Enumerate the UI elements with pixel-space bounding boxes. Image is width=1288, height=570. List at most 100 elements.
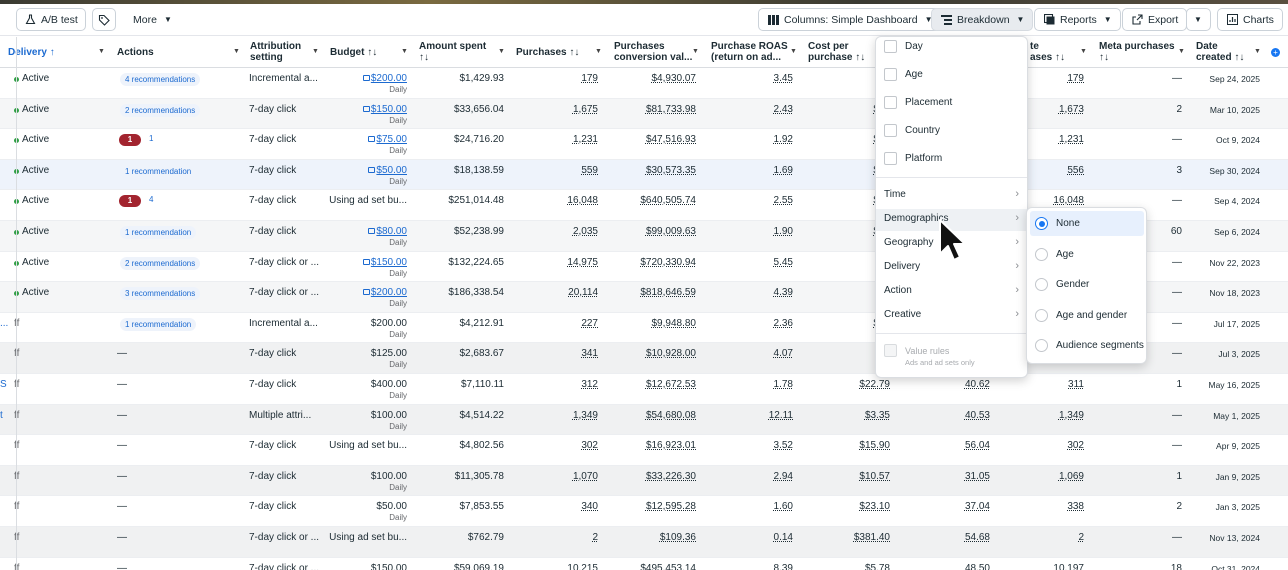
website-purchase-rate[interactable]: 40.62 bbox=[965, 379, 990, 390]
cost-per-purchase[interactable]: $22.79 bbox=[859, 379, 890, 390]
purchase-roas[interactable]: 4.07 bbox=[774, 348, 793, 359]
conversion-value[interactable]: $4,930.07 bbox=[652, 73, 697, 84]
budget-amount[interactable]: $150.00 bbox=[371, 257, 407, 268]
website-purchase-rate[interactable]: 31.05 bbox=[965, 471, 990, 482]
conversion-value[interactable]: $109.36 bbox=[660, 532, 696, 543]
budget-amount[interactable]: $75.00 bbox=[376, 134, 407, 145]
purchases-count[interactable]: 340 bbox=[581, 501, 598, 512]
recommendations-badge[interactable]: 1 recommendation bbox=[120, 164, 197, 178]
conversion-value[interactable]: $30,573.35 bbox=[646, 165, 696, 176]
purchase-roas[interactable]: 1.60 bbox=[774, 501, 793, 512]
budget-value[interactable]: $50.00 bbox=[368, 165, 407, 176]
cost-per-purchase[interactable]: $23.10 bbox=[859, 501, 890, 512]
demographics-option-none[interactable]: None bbox=[1035, 217, 1080, 230]
website-purchase-rate[interactable]: 56.04 bbox=[965, 440, 990, 451]
checkbox[interactable] bbox=[884, 96, 897, 109]
breakdown-option-placement[interactable]: Placement bbox=[884, 96, 952, 109]
demographics-option-gender[interactable]: Gender bbox=[1035, 278, 1089, 291]
website-purchases[interactable]: 1,069 bbox=[1059, 471, 1084, 482]
export-dropdown-button[interactable]: ▼ bbox=[1186, 8, 1211, 31]
breakdown-option-day[interactable]: Day bbox=[884, 40, 923, 53]
breakdown-submenu-time[interactable]: Time bbox=[884, 189, 906, 200]
budget-value[interactable]: $200.00 bbox=[362, 73, 407, 84]
website-purchases[interactable]: 179 bbox=[1067, 73, 1084, 84]
tag-button[interactable] bbox=[92, 8, 116, 31]
purchases-count[interactable]: 16,048 bbox=[567, 195, 598, 206]
export-button[interactable]: Export bbox=[1122, 8, 1188, 31]
reports-button[interactable]: Reports ▼ bbox=[1034, 8, 1121, 31]
conversion-value[interactable]: $9,948.80 bbox=[652, 318, 697, 329]
purchase-roas[interactable]: 4.39 bbox=[774, 287, 793, 298]
chevron-down-icon[interactable]: ▼ bbox=[233, 48, 240, 55]
website-purchases[interactable]: 2 bbox=[1078, 532, 1084, 543]
purchases-count[interactable]: 302 bbox=[581, 440, 598, 451]
website-purchases[interactable]: 338 bbox=[1067, 501, 1084, 512]
chevron-down-icon[interactable]: ▼ bbox=[98, 48, 105, 55]
purchase-roas[interactable]: 1.69 bbox=[774, 165, 793, 176]
chevron-down-icon[interactable]: ▼ bbox=[1080, 48, 1087, 55]
chevron-down-icon[interactable]: ▼ bbox=[1254, 48, 1261, 55]
row-name-fragment[interactable]: S bbox=[0, 379, 7, 390]
website-purchases[interactable]: 1,673 bbox=[1059, 104, 1084, 115]
purchases-count[interactable]: 20,114 bbox=[568, 287, 598, 298]
recommendations-badge[interactable]: 4 recommendations bbox=[120, 73, 201, 86]
add-column-icon[interactable]: + bbox=[1271, 48, 1280, 57]
column-header-amount-spent[interactable]: Amount spent ↑↓ bbox=[419, 41, 486, 63]
purchase-roas[interactable]: 2.36 bbox=[774, 318, 793, 329]
checkbox[interactable] bbox=[884, 68, 897, 81]
conversion-value[interactable]: $640,505.74 bbox=[640, 195, 696, 206]
budget-amount[interactable]: $150.00 bbox=[371, 104, 407, 115]
website-purchases[interactable]: 1,349 bbox=[1059, 410, 1084, 421]
table-row[interactable]: ff—7-day clickUsing ad set bu...$4,802.5… bbox=[0, 435, 1288, 466]
column-header-delivery[interactable]: Delivery ↑ bbox=[8, 47, 55, 58]
conversion-value[interactable]: $16,923.01 bbox=[646, 440, 696, 451]
conversion-value[interactable]: $720,330.94 bbox=[640, 257, 696, 268]
website-purchases[interactable]: 16,048 bbox=[1053, 195, 1084, 206]
conversion-value[interactable]: $12,672.53 bbox=[646, 379, 696, 390]
purchases-count[interactable]: 179 bbox=[581, 73, 598, 84]
website-purchase-rate[interactable]: 40.53 bbox=[965, 410, 990, 421]
conversion-value[interactable]: $81,733.98 bbox=[646, 104, 696, 115]
purchases-count[interactable]: 2,035 bbox=[573, 226, 598, 237]
cost-per-purchase[interactable]: $15.90 bbox=[859, 440, 890, 451]
recommendations-badge[interactable]: 2 recommendations bbox=[120, 103, 201, 117]
radio-button-selected[interactable] bbox=[1035, 217, 1048, 230]
purchase-roas[interactable]: 2.55 bbox=[774, 195, 793, 206]
chevron-down-icon[interactable]: ▼ bbox=[692, 48, 699, 55]
column-header-conversion-value[interactable]: Purchases conversion val... bbox=[614, 41, 692, 63]
purchase-roas[interactable]: 3.52 bbox=[774, 440, 793, 451]
budget-value[interactable]: $150.00 bbox=[362, 257, 407, 268]
chevron-down-icon[interactable]: ▼ bbox=[401, 48, 408, 55]
more-button[interactable]: More ▼ bbox=[124, 8, 181, 31]
chevron-down-icon[interactable]: ▼ bbox=[1178, 48, 1185, 55]
column-header-budget[interactable]: Budget ↑↓ bbox=[330, 47, 377, 58]
recommendation-count[interactable]: 4 bbox=[149, 195, 153, 204]
purchases-count[interactable]: 1,070 bbox=[573, 471, 598, 482]
breakdown-submenu-action[interactable]: Action bbox=[884, 285, 912, 296]
website-purchases[interactable]: 1,231 bbox=[1059, 134, 1084, 145]
purchase-roas[interactable]: 2.43 bbox=[774, 104, 793, 115]
chevron-down-icon[interactable]: ▼ bbox=[595, 48, 602, 55]
recommendations-badge[interactable]: 1 recommendation bbox=[120, 226, 197, 239]
budget-value[interactable]: $80.00 bbox=[368, 226, 407, 237]
column-header-actions[interactable]: Actions bbox=[117, 47, 154, 58]
conversion-value[interactable]: $495,453.14 bbox=[640, 563, 696, 570]
cost-per-purchase[interactable]: $3.35 bbox=[865, 410, 890, 421]
columns-button[interactable]: Columns: Simple Dashboard ▼ bbox=[758, 8, 942, 31]
column-header-purchase-roas[interactable]: Purchase ROAS (return on ad... bbox=[711, 41, 788, 63]
table-row[interactable]: ff—7-day click$100.00Daily$11,305.781,07… bbox=[0, 465, 1288, 497]
breakdown-button[interactable]: Breakdown ▼ bbox=[931, 8, 1034, 31]
chevron-down-icon[interactable]: ▼ bbox=[312, 48, 319, 55]
error-badge[interactable]: 1 bbox=[119, 195, 141, 208]
demographics-option-age-and-gender[interactable]: Age and gender bbox=[1035, 309, 1127, 322]
purchase-roas[interactable]: 3.45 bbox=[774, 73, 793, 84]
conversion-value[interactable]: $33,226.30 bbox=[646, 471, 696, 482]
conversion-value[interactable]: $54,680.08 bbox=[646, 410, 696, 421]
checkbox[interactable] bbox=[884, 124, 897, 137]
table-row[interactable]: Sff—7-day click$400.00Daily$7,110.11312$… bbox=[0, 374, 1288, 405]
demographics-option-age[interactable]: Age bbox=[1035, 248, 1074, 261]
column-header-meta-purchases[interactable]: Meta purchases ↑↓ bbox=[1099, 41, 1175, 63]
purchases-count[interactable]: 341 bbox=[581, 348, 598, 359]
conversion-value[interactable]: $10,928.00 bbox=[646, 348, 696, 359]
purchases-count[interactable]: 1,231 bbox=[573, 134, 598, 145]
